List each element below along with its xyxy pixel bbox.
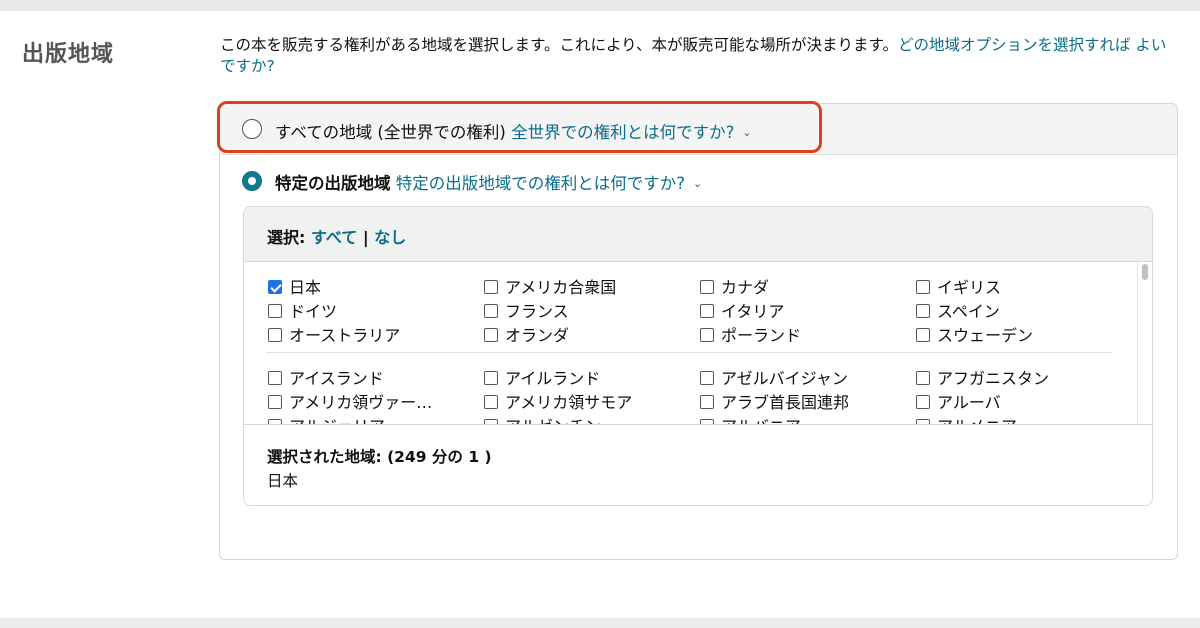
country-option[interactable]: アイルランド	[484, 365, 700, 389]
checkbox-icon[interactable]	[916, 371, 930, 385]
country-name: スペイン	[937, 302, 1000, 321]
country-name: スウェーデン	[937, 326, 1034, 345]
checkbox-checked-icon[interactable]	[268, 280, 282, 294]
select-line: 選択: すべて | なし	[267, 224, 406, 248]
country-name: イギリス	[937, 278, 1002, 297]
featured-countries: 日本 アメリカ合衆国 カナダ イギリスドイツ フランス イタリア スペインオーストラリア オラ…	[268, 274, 1118, 346]
country-option[interactable]: アメリカ合衆国	[484, 274, 700, 298]
checkbox-icon[interactable]	[484, 395, 498, 409]
country-list[interactable]: 日本 アメリカ合衆国 カナダ イギリスドイツ フランス イタリア スペインオーストラリア オラ…	[244, 262, 1152, 424]
country-option[interactable]: イギリス	[916, 274, 1132, 298]
country-list-scrollbar[interactable]	[1137, 262, 1152, 424]
country-option[interactable]: オランダ	[484, 322, 700, 346]
country-name: アラブ首長国連邦	[721, 393, 850, 412]
checkbox-icon[interactable]	[700, 395, 714, 409]
checkbox-icon[interactable]	[268, 304, 282, 318]
checkbox-icon[interactable]	[484, 371, 498, 385]
country-option[interactable]: アフガニスタン	[916, 365, 1132, 389]
country-option[interactable]: ドイツ	[268, 298, 484, 322]
select-separator: |	[362, 228, 369, 247]
checkbox-icon[interactable]	[916, 328, 930, 342]
specific-territories-radio[interactable]	[242, 171, 262, 191]
top-bar	[0, 0, 1200, 11]
country-name: アメリカ領ヴァー…	[289, 393, 433, 412]
country-name: アメリカ領サモア	[505, 393, 633, 412]
select-all-link[interactable]: すべて	[311, 228, 357, 247]
country-option[interactable]: スペイン	[916, 298, 1132, 322]
country-name: イタリア	[721, 302, 785, 321]
checkbox-icon[interactable]	[700, 328, 714, 342]
country-name: アルジェリア	[289, 413, 385, 424]
country-name: オランダ	[505, 326, 570, 345]
country-option[interactable]: アラブ首長国連邦	[700, 389, 916, 413]
country-name: ポーランド	[721, 326, 802, 345]
chevron-down-icon[interactable]: ⌄	[693, 177, 702, 190]
country-option[interactable]: アルメニア	[916, 413, 1132, 424]
country-option[interactable]: スウェーデン	[916, 322, 1132, 346]
select-bar: 選択: すべて | なし	[244, 207, 1152, 262]
country-option[interactable]: アルゼンチン	[484, 413, 700, 424]
country-name: ドイツ	[289, 302, 338, 321]
checkbox-icon[interactable]	[700, 280, 714, 294]
all-countries: アイスランド アイルランド アゼルバイジャン アフガニスタンアメリカ領ヴァー… アメリカ…	[268, 365, 1118, 424]
country-name: カナダ	[721, 278, 770, 297]
selected-summary: 選択された地域: (249 分の 1 ) 日本	[244, 424, 1152, 505]
intro-description: この本を販売する権利がある地域を選択します。これにより、本が販売可能な場所が決ま…	[220, 36, 898, 54]
country-name: アルーバ	[937, 393, 1001, 412]
country-option[interactable]: オーストラリア	[268, 322, 484, 346]
country-option[interactable]: アルバニア	[700, 413, 916, 424]
specific-rights-help-link[interactable]: 特定の出版地域での権利とは何ですか?	[396, 174, 685, 193]
intro-text: この本を販売する権利がある地域を選択します。これにより、本が販売可能な場所が決ま…	[220, 35, 1180, 77]
section-title: 出版地域	[22, 42, 115, 67]
scrollbar-thumb[interactable]	[1142, 264, 1148, 280]
country-option[interactable]: フランス	[484, 298, 700, 322]
country-option[interactable]: カナダ	[700, 274, 916, 298]
checkbox-icon[interactable]	[268, 328, 282, 342]
country-option[interactable]: イタリア	[700, 298, 916, 322]
country-name: フランス	[505, 302, 569, 321]
country-name: アゼルバイジャン	[721, 369, 848, 388]
territory-panel: すべての地域 (全世界での権利) 全世界での権利とは何ですか? ⌄ 特定の出版地域…	[219, 103, 1178, 560]
country-name: アメリカ合衆国	[505, 278, 617, 297]
divider	[266, 352, 1112, 353]
checkbox-icon[interactable]	[700, 304, 714, 318]
selected-territories-value: 日本	[267, 472, 299, 490]
country-name: オーストラリア	[289, 326, 401, 345]
selected-territories-title: 選択された地域: (249 分の 1 )	[267, 448, 492, 466]
checkbox-icon[interactable]	[484, 280, 498, 294]
specific-territories-label: 特定の出版地域	[275, 174, 391, 193]
checkbox-icon[interactable]	[268, 371, 282, 385]
country-option[interactable]: ポーランド	[700, 322, 916, 346]
country-name: アイルランド	[505, 369, 601, 388]
country-name: アフガニスタン	[937, 369, 1050, 388]
country-name: 日本	[289, 278, 322, 297]
checkbox-icon[interactable]	[268, 395, 282, 409]
checkbox-icon[interactable]	[700, 371, 714, 385]
select-label: 選択:	[267, 228, 306, 247]
country-selector: 選択: すべて | なし 日本 アメリカ合衆国 カナダ イギリスドイツ フランス イタリア…	[243, 206, 1153, 506]
country-option[interactable]: アルーバ	[916, 389, 1132, 413]
select-none-link[interactable]: なし	[374, 228, 406, 247]
checkbox-icon[interactable]	[916, 304, 930, 318]
country-option[interactable]: アメリカ領ヴァー…	[268, 389, 484, 413]
checkbox-icon[interactable]	[916, 280, 930, 294]
checkbox-icon[interactable]	[484, 328, 498, 342]
country-name: アルバニア	[721, 413, 801, 424]
country-option[interactable]: アメリカ領サモア	[484, 389, 700, 413]
country-name: アイスランド	[289, 369, 384, 388]
country-name: アルメニア	[937, 413, 1017, 424]
bottom-bar	[0, 618, 1200, 628]
country-option[interactable]: アゼルバイジャン	[700, 365, 916, 389]
country-option[interactable]: アルジェリア	[268, 413, 484, 424]
country-name: アルゼンチン	[505, 413, 601, 424]
specific-territories-row-text: 特定の出版地域 特定の出版地域での権利とは何ですか? ⌄	[275, 170, 702, 194]
country-option[interactable]: アイスランド	[268, 365, 484, 389]
country-option[interactable]: 日本	[268, 274, 484, 298]
checkbox-icon[interactable]	[916, 395, 930, 409]
checkbox-icon[interactable]	[484, 304, 498, 318]
highlight-annotation	[217, 101, 822, 153]
